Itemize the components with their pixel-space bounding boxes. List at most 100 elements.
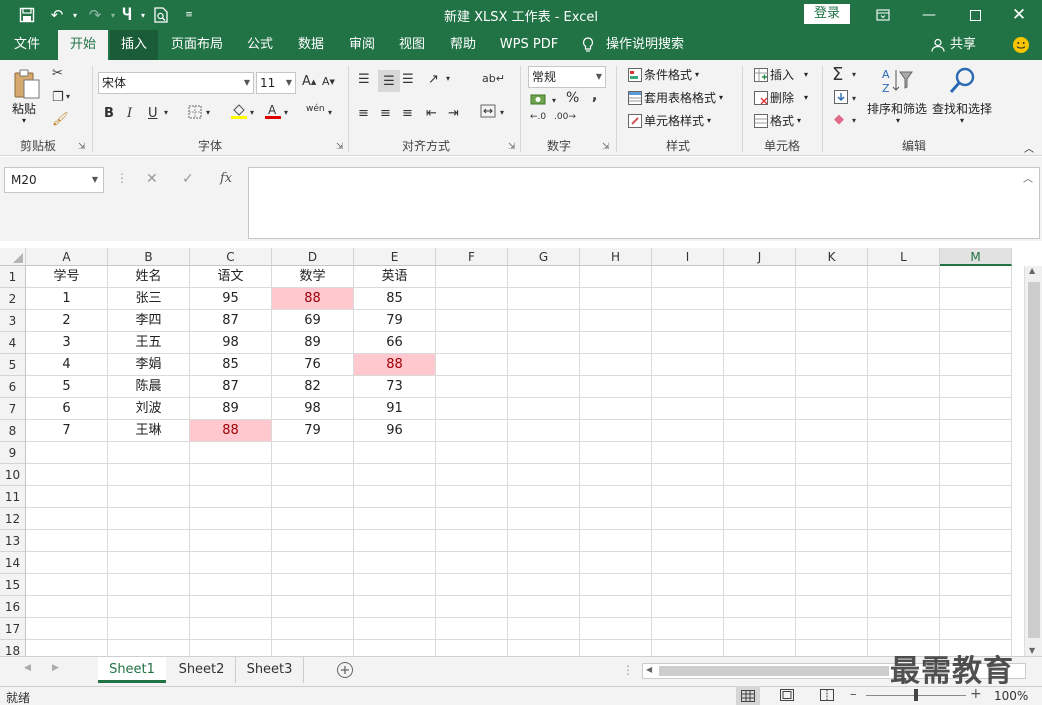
zoom-level[interactable]: 100% [994, 689, 1028, 703]
row-header-11[interactable]: 11 [0, 486, 26, 508]
empty-cell[interactable] [940, 442, 1012, 464]
tab-home[interactable]: 开始 [58, 30, 108, 60]
cut-icon[interactable]: ✂ [52, 66, 63, 81]
data-cell[interactable]: 7 [26, 420, 108, 442]
clear-dropdown-icon[interactable]: ▾ [852, 116, 856, 125]
empty-cell[interactable] [26, 508, 108, 530]
row-header-10[interactable]: 10 [0, 464, 26, 486]
empty-cell[interactable] [508, 574, 580, 596]
empty-cell[interactable] [436, 596, 508, 618]
empty-cell[interactable] [508, 508, 580, 530]
column-header-h[interactable]: H [580, 248, 652, 266]
empty-cell[interactable] [868, 310, 940, 332]
empty-cell[interactable] [580, 420, 652, 442]
empty-cell[interactable] [436, 266, 508, 288]
data-cell[interactable]: 87 [190, 376, 272, 398]
align-middle-icon[interactable]: ☰ [378, 70, 400, 92]
empty-cell[interactable] [108, 530, 190, 552]
column-header-d[interactable]: D [272, 248, 354, 266]
empty-cell[interactable] [354, 442, 436, 464]
sheet-tab-1[interactable]: Sheet1 [98, 657, 166, 683]
empty-cell[interactable] [508, 310, 580, 332]
insert-function-icon[interactable]: fx [220, 171, 232, 186]
decrease-indent-icon[interactable]: ⇤ [426, 106, 437, 121]
empty-cell[interactable] [436, 354, 508, 376]
empty-cell[interactable] [868, 508, 940, 530]
empty-cell[interactable] [436, 486, 508, 508]
data-cell[interactable]: 95 [190, 288, 272, 310]
empty-cell[interactable] [272, 508, 354, 530]
empty-cell[interactable] [190, 464, 272, 486]
sheet-tab-3[interactable]: Sheet3 [236, 657, 304, 683]
empty-cell[interactable] [580, 464, 652, 486]
empty-cell[interactable] [580, 442, 652, 464]
empty-cell[interactable] [436, 332, 508, 354]
empty-cell[interactable] [724, 464, 796, 486]
empty-cell[interactable] [190, 618, 272, 640]
empty-cell[interactable] [796, 354, 868, 376]
empty-cell[interactable] [272, 442, 354, 464]
copy-dropdown-icon[interactable]: ▾ [66, 92, 70, 101]
data-cell[interactable]: 陈晨 [108, 376, 190, 398]
normal-view-icon[interactable] [736, 686, 760, 705]
phonetic-dropdown-icon[interactable]: ▾ [328, 108, 332, 117]
empty-cell[interactable] [190, 552, 272, 574]
zoom-slider-thumb[interactable] [914, 689, 918, 701]
empty-cell[interactable] [354, 574, 436, 596]
tab-formulas[interactable]: 公式 [238, 30, 282, 60]
find-select-button[interactable]: 查找和选择 [932, 100, 992, 117]
empty-cell[interactable] [436, 288, 508, 310]
empty-cell[interactable] [868, 376, 940, 398]
empty-cell[interactable] [580, 508, 652, 530]
empty-cell[interactable] [508, 486, 580, 508]
header-cell[interactable]: 语文 [190, 266, 272, 288]
empty-cell[interactable] [272, 618, 354, 640]
person-icon[interactable] [928, 30, 948, 60]
empty-cell[interactable] [868, 464, 940, 486]
empty-cell[interactable] [940, 376, 1012, 398]
empty-cell[interactable] [940, 420, 1012, 442]
empty-cell[interactable] [652, 486, 724, 508]
italic-icon[interactable]: I [127, 106, 132, 121]
collapse-ribbon-icon[interactable]: ︿ [1024, 140, 1034, 155]
format-painter-brush-icon[interactable]: 🖌 [52, 112, 69, 127]
row-header-12[interactable]: 12 [0, 508, 26, 530]
empty-cell[interactable] [354, 508, 436, 530]
format-as-table-button[interactable]: 套用表格格式 ▾ [626, 89, 723, 106]
empty-cell[interactable] [26, 618, 108, 640]
empty-cell[interactable] [868, 266, 940, 288]
empty-cell[interactable] [652, 376, 724, 398]
empty-cell[interactable] [26, 530, 108, 552]
column-header-e[interactable]: E [354, 248, 436, 266]
sheet-next-icon[interactable]: ▶ [52, 663, 59, 673]
row-header-1[interactable]: 1 [0, 266, 26, 288]
shrink-font-icon[interactable]: A ▼ [322, 75, 335, 88]
empty-cell[interactable] [724, 442, 796, 464]
empty-cell[interactable] [868, 596, 940, 618]
scroll-left-icon[interactable]: ◀ [646, 665, 652, 674]
empty-cell[interactable] [796, 332, 868, 354]
empty-cell[interactable] [508, 266, 580, 288]
underline-dropdown-icon[interactable]: ▾ [164, 108, 168, 117]
worksheet-grid[interactable]: ABCDEFGHIJKLM 1 2 3 4 5 6 7 8 9 10 11 12 13 14 15 16 17 1… [0, 248, 1042, 705]
data-cell[interactable]: 79 [272, 420, 354, 442]
row-header-17[interactable]: 17 [0, 618, 26, 640]
data-cell[interactable]: 73 [354, 376, 436, 398]
data-cell[interactable]: 王五 [108, 332, 190, 354]
data-cell[interactable]: 76 [272, 354, 354, 376]
empty-cell[interactable] [508, 596, 580, 618]
column-header-m[interactable]: M [940, 248, 1012, 266]
border-dropdown-icon[interactable]: ▾ [206, 108, 210, 117]
empty-cell[interactable] [724, 376, 796, 398]
data-cell[interactable]: 刘波 [108, 398, 190, 420]
empty-cell[interactable] [796, 486, 868, 508]
font-launcher-icon[interactable]: ⇲ [336, 142, 344, 152]
tab-data[interactable]: 数据 [288, 30, 334, 60]
vertical-scroll-thumb[interactable] [1028, 282, 1040, 638]
align-center-icon[interactable]: ≡ [380, 106, 391, 121]
empty-cell[interactable] [868, 420, 940, 442]
empty-cell[interactable] [652, 618, 724, 640]
empty-cell[interactable] [436, 310, 508, 332]
page-layout-view-icon[interactable] [780, 689, 794, 704]
align-left-icon[interactable]: ≡ [358, 106, 369, 121]
